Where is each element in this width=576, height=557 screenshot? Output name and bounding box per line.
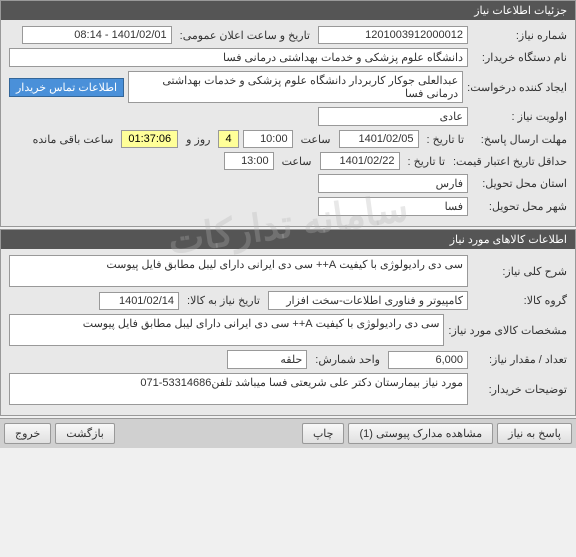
- price-validity-time: 13:00: [224, 152, 274, 170]
- panel2-title: اطلاعات کالاهای مورد نیاز: [1, 230, 575, 249]
- countdown: 01:37:06: [121, 130, 178, 148]
- quantity-label: تعداد / مقدار نیاز:: [472, 353, 567, 366]
- delivery-city: فسا: [318, 197, 468, 216]
- time-label-1: ساعت: [297, 133, 335, 146]
- unit-label: واحد شمارش:: [311, 353, 384, 366]
- days-and-label: روز و: [182, 133, 214, 146]
- item-spec: سی دی رادیولوژی با کیفیت A++ سی دی ایران…: [9, 314, 444, 346]
- buyer-notes-label: توضیحات خریدار:: [472, 383, 567, 396]
- attachments-button[interactable]: مشاهده مدارک پیوستی (1): [348, 423, 493, 444]
- days-remaining: 4: [218, 130, 238, 148]
- unit: حلقه: [227, 350, 307, 369]
- need-number-label: شماره نیاز:: [472, 29, 567, 42]
- requester: عبدالعلی جوکار کاربردار دانشگاه علوم پزش…: [128, 71, 463, 103]
- response-date: 1401/02/05: [339, 130, 419, 148]
- print-button[interactable]: چاپ: [302, 423, 345, 444]
- priority-label: اولویت نیاز :: [472, 110, 567, 123]
- panel1-title: جزئیات اطلاعات نیاز: [1, 1, 575, 20]
- buyer-name-label: نام دستگاه خریدار:: [472, 51, 567, 64]
- public-announce-label: تاریخ و ساعت اعلان عمومی:: [176, 29, 314, 42]
- response-time: 10:00: [243, 130, 293, 148]
- delivery-city-label: شهر محل تحویل:: [472, 200, 567, 213]
- need-details-panel: جزئیات اطلاعات نیاز شماره نیاز: 12010039…: [0, 0, 576, 227]
- need-date: 1401/02/14: [99, 292, 179, 310]
- delivery-province: فارس: [318, 174, 468, 193]
- category-label: گروه کالا:: [472, 294, 567, 307]
- item-spec-label: مشخصات کالای مورد نیاز:: [448, 324, 567, 337]
- items-panel: اطلاعات کالاهای مورد نیاز شرح کلی نیاز: …: [0, 229, 576, 416]
- quantity: 6,000: [388, 351, 468, 369]
- need-date-label: تاریخ نیاز به کالا:: [183, 294, 264, 307]
- respond-button[interactable]: پاسخ به نیاز: [497, 423, 572, 444]
- need-number: 1201003912000012: [318, 26, 468, 44]
- category: کامپیوتر و فناوری اطلاعات-سخت افزار: [268, 291, 468, 310]
- time-label-2: ساعت: [278, 155, 316, 168]
- price-validity-date: 1401/02/22: [320, 152, 400, 170]
- button-bar: پاسخ به نیاز مشاهده مدارک پیوستی (1) چاپ…: [0, 418, 576, 448]
- to-date-label-1: تا تاریخ :: [423, 133, 468, 146]
- priority: عادی: [318, 107, 468, 126]
- response-deadline-label: مهلت ارسال پاسخ:: [472, 133, 567, 146]
- buyer-contact-button[interactable]: اطلاعات تماس خریدار: [9, 78, 124, 97]
- back-button[interactable]: بازگشت: [55, 423, 115, 444]
- buyer-notes: مورد نیاز بیمارستان دکتر علی شریعتی فسا …: [9, 373, 468, 405]
- to-date-label-2: تا تاریخ :: [404, 155, 449, 168]
- general-desc-label: شرح کلی نیاز:: [472, 265, 567, 278]
- general-desc: سی دی رادیولوژی با کیفیت A++ سی دی ایران…: [9, 255, 468, 287]
- remaining-label: ساعت باقی مانده: [29, 133, 118, 146]
- requester-label: ایجاد کننده درخواست:: [467, 81, 567, 94]
- delivery-province-label: استان محل تحویل:: [472, 177, 567, 190]
- exit-button[interactable]: خروج: [4, 423, 51, 444]
- buyer-name: دانشگاه علوم پزشکی و خدمات بهداشتی درمان…: [9, 48, 468, 67]
- public-announce-datetime: 1401/02/01 - 08:14: [22, 26, 172, 44]
- price-validity-label: حداقل تاریخ اعتبار قیمت:: [453, 155, 567, 168]
